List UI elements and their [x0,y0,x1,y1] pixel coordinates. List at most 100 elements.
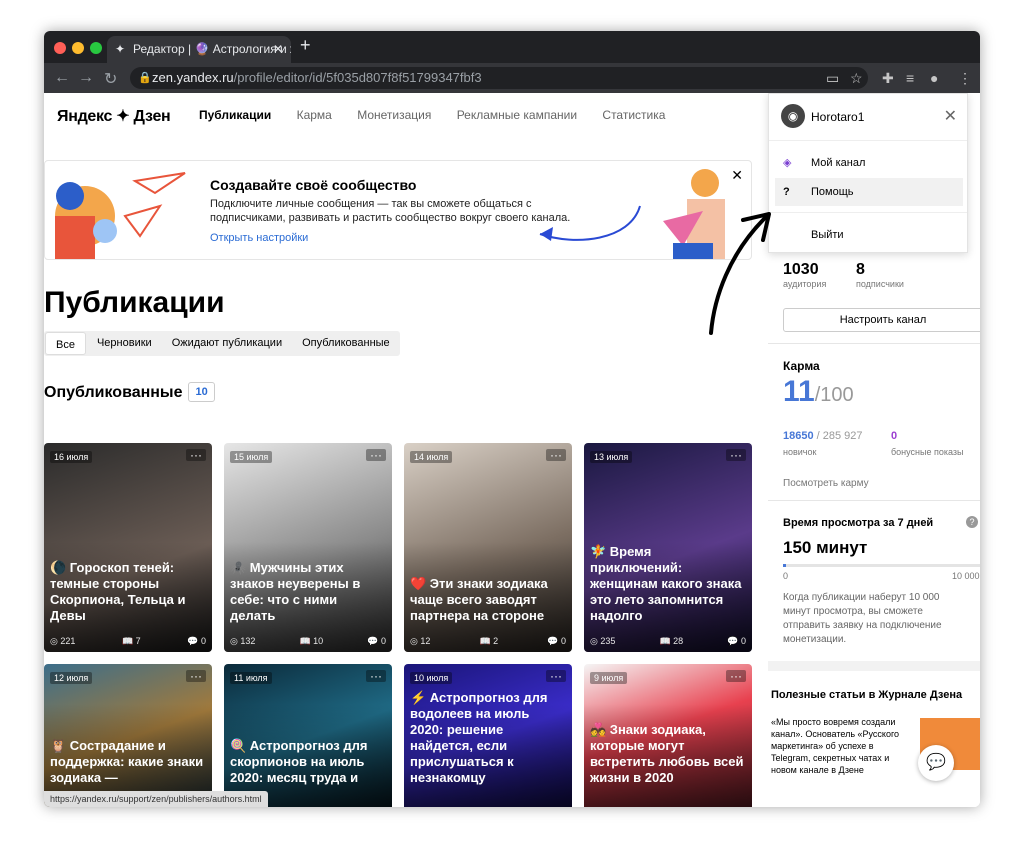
setup-channel-button[interactable]: Настроить канал [783,308,980,332]
card-title: 🍭 Астропрогноз для скорпионов на июль 20… [230,738,368,785]
menu-item-label: Мой канал [811,157,866,169]
divider [768,343,980,344]
journal-article-text[interactable]: «Мы просто вовремя создали канал». Основ… [771,716,901,806]
views-count: 12 [420,636,431,646]
forward-arrow-icon[interactable]: → [78,69,94,87]
nav-statistics[interactable]: Статистика [602,108,665,122]
karma-score: 11 [783,375,815,408]
filter-published[interactable]: Опубликованные [292,331,400,356]
profile-dropdown: ◉ Horotaro1 ✕ ◈ Мой канал ? Помощь Выйти [768,93,968,253]
card-date: 16 июля [50,451,93,463]
minimize-window-button[interactable] [72,42,84,54]
comments-count: 0 [200,636,206,646]
card-menu-icon[interactable]: ··· [546,670,566,682]
audience-stat: 1030 аудитория [783,261,826,289]
address-bar: ← → ↻ 🔒 zen.yandex.ru/profile/editor/id/… [44,63,980,93]
filter-pending[interactable]: Ожидают публикации [162,331,292,356]
subscribers-stat: 8 подписчики [856,261,904,289]
card-menu-icon[interactable]: ··· [546,449,566,461]
card-menu-icon[interactable]: ··· [186,449,206,461]
url-path: /profile/editor/id/5f035d807f8f51799347f… [233,70,482,85]
media-icon[interactable]: ≡ [906,70,914,86]
karma-title: Карма [783,359,820,373]
card-menu-icon[interactable]: ··· [726,670,746,682]
publication-card[interactable]: 14 июля ··· ❤️ Эти знаки зодиака чаще всег… [404,443,572,652]
subscribers-label: подписчики [856,279,904,289]
card-stats: ◎ 235 📖 28 💬 0 [590,636,746,647]
karma-points-value: 18650 [783,430,814,442]
card-date: 13 июля [590,451,633,463]
reads-count: 7 [135,636,141,646]
tab-title: Редактор | 🔮 Астрология и ж [133,42,291,56]
bookmark-star-icon[interactable]: ☆ [850,70,863,87]
open-settings-link[interactable]: Открыть настройки [210,232,308,244]
card-title: 🌘 Гороскоп теней: темные стороны Скорпио… [50,560,186,623]
maximize-window-button[interactable] [90,42,102,54]
nav-monetization[interactable]: Монетизация [357,108,431,122]
close-window-button[interactable] [54,42,66,54]
publication-card[interactable]: 9 июля ··· 💑 Знаки зодиака, которые могут … [584,664,752,807]
publication-card[interactable]: 13 июля ··· 🧚 Время приключений: женщинам … [584,443,752,652]
nav-ad-campaigns[interactable]: Рекламные кампании [457,108,577,122]
browser-menu-icon[interactable]: ⋮ [958,70,972,87]
info-icon[interactable]: ? [966,516,978,528]
views-count: 221 [60,636,76,646]
profile-avatar-icon[interactable]: ● [930,70,938,86]
views-stat: ◎ 132 [230,636,256,646]
view-karma-link[interactable]: Посмотреть карму [783,478,869,489]
reload-icon[interactable]: ↻ [104,69,117,89]
divider [769,212,967,213]
camera-avatar-icon[interactable]: ◉ [781,104,805,128]
card-menu-icon[interactable]: ··· [366,449,386,461]
url-input[interactable]: 🔒 zen.yandex.ru/profile/editor/id/5f035d… [130,67,868,89]
filter-drafts[interactable]: Черновики [87,331,162,356]
card-menu-icon[interactable]: ··· [186,670,206,682]
card-date: 14 июля [410,451,453,463]
card-date: 11 июля [230,672,272,684]
menu-item-label: Выйти [811,229,844,241]
reads-count: 10 [313,636,324,646]
browser-tab[interactable]: ✦ Редактор | 🔮 Астрология и ж ✕ [107,36,291,63]
community-banner: Создавайте своё сообщество Подключите ли… [44,160,752,260]
publication-card[interactable]: 15 июля ··· 🕷️ Мужчины этих знаков неувере… [224,443,392,652]
views-count: 235 [600,636,616,646]
banner-text: Подключите личные сообщения — так вы смо… [210,198,571,224]
card-date: 10 июля [410,672,453,684]
divider [768,661,980,671]
publication-card[interactable]: 10 июля ··· ⚡ Астропрогноз для водолеев на… [404,664,572,807]
karma-value: 11/100 [783,375,854,409]
url-host: zen.yandex.ru [152,70,234,85]
menu-item-help[interactable]: ? Помощь [775,178,963,206]
menu-item-my-channel[interactable]: ◈ Мой канал [769,149,957,177]
menu-item-logout[interactable]: Выйти [769,221,957,249]
close-tab-icon[interactable]: ✕ [273,36,283,63]
karma-max: /100 [814,384,854,406]
card-menu-icon[interactable]: ··· [366,670,386,682]
new-tab-icon[interactable]: + [300,35,311,56]
extensions-icon[interactable]: ✚ [882,70,894,87]
cast-icon[interactable]: ▭ [826,70,839,87]
nav-karma[interactable]: Карма [297,108,332,122]
card-menu-icon[interactable]: ··· [726,449,746,461]
publication-card[interactable]: 12 июля ··· 🦉 Сострадание и поддержка: как… [44,664,212,807]
watch-progress-bar [783,564,980,567]
chat-bubbles-icon[interactable]: 💬 [918,745,954,781]
watch-min: 0 [783,571,789,581]
watch-progress-fill [783,564,786,567]
close-dropdown-icon[interactable]: ✕ [944,106,957,126]
card-stats: ◎ 12 📖 2 💬 0 [410,636,566,647]
card-title: 💑 Знаки зодиака, которые могут встретить… [590,722,744,785]
audience-value: 1030 [783,261,819,278]
menu-item-label: Помощь [811,186,854,198]
publication-card[interactable]: 11 июля ··· 🍭 Астропрогноз для скорпионов … [224,664,392,807]
zen-logo[interactable]: Яндекс ✦ Дзен [57,106,171,126]
subscribers-value: 8 [856,261,865,278]
section-title: Опубликованные [44,384,183,401]
filter-all[interactable]: Все [45,332,86,355]
back-arrow-icon[interactable]: ← [54,69,70,87]
card-title: 🦉 Сострадание и поддержка: какие знаки з… [50,738,204,785]
close-banner-icon[interactable]: ✕ [731,167,743,184]
zen-favicon-icon: ✦ [115,42,126,56]
nav-publications[interactable]: Публикации [199,108,271,122]
publication-card[interactable]: 16 июля ··· 🌘 Гороскоп теней: темные сторо… [44,443,212,652]
